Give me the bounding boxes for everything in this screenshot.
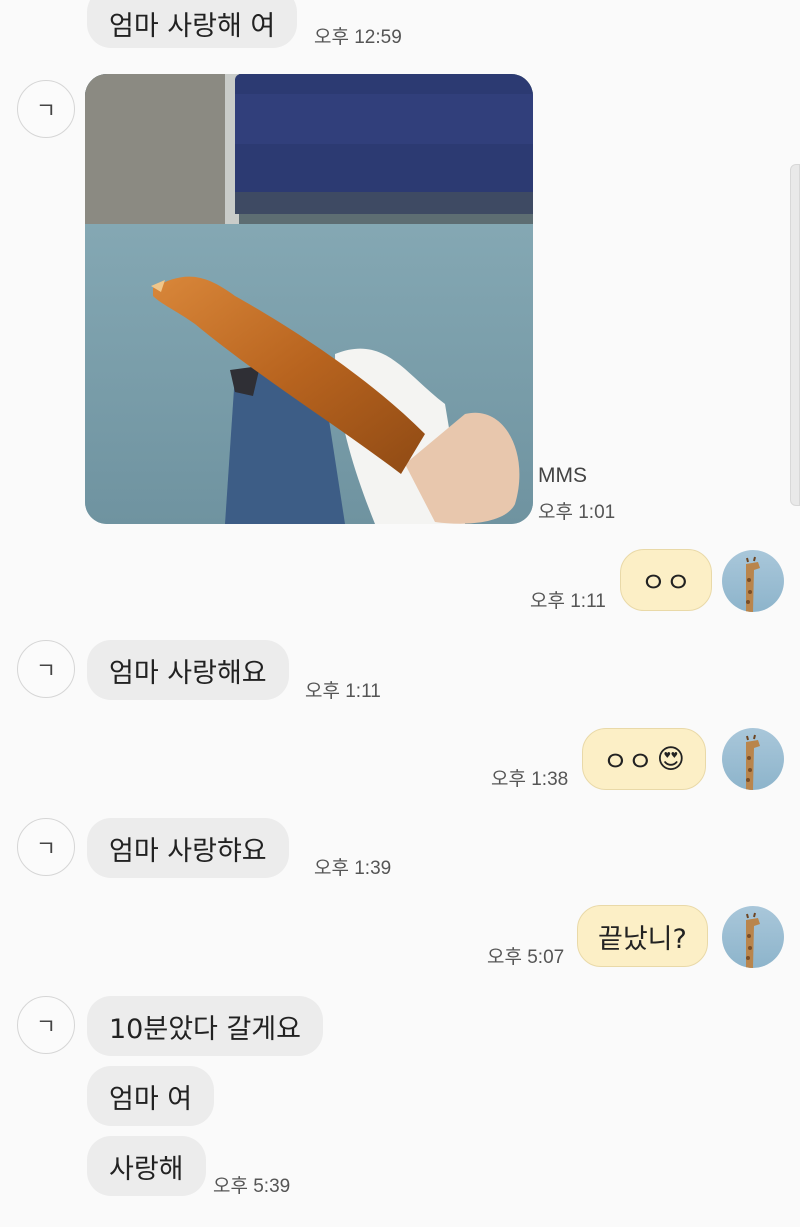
my-avatar[interactable] [722, 728, 784, 790]
outgoing-message-bubble[interactable]: ㅇㅇ 😍 [582, 728, 706, 790]
message-text: 엄마 여 [109, 1083, 193, 1115]
contact-avatar[interactable]: ㄱ [17, 996, 75, 1054]
incoming-message-bubble[interactable]: 사랑해 [87, 1136, 206, 1196]
contact-avatar[interactable]: ㄱ [17, 80, 75, 138]
message-time: 오후 5:07 [487, 947, 565, 968]
incoming-message-bubble[interactable]: 엄마 사랑해요 [87, 640, 289, 700]
contact-initial: ㄱ [35, 1015, 57, 1040]
contact-initial: ㄱ [35, 99, 57, 124]
incoming-message-bubble[interactable]: 엄마 사랑햐요 [87, 818, 289, 878]
my-avatar[interactable] [722, 906, 784, 968]
mms-photo[interactable] [85, 74, 533, 524]
message-text: 사랑해 [109, 1153, 184, 1185]
outgoing-message-bubble[interactable]: ㅇㅇ [620, 549, 712, 611]
giraffe-avatar-icon [746, 556, 760, 612]
mms-label: MMS [538, 464, 587, 487]
message-text: 엄마 사랑햐요 [109, 835, 267, 867]
message-text: 10분았다 갈게요 [109, 1013, 301, 1045]
contact-avatar[interactable]: ㄱ [17, 640, 75, 698]
scrollbar-thumb[interactable] [790, 164, 800, 506]
message-time: 오후 1:38 [491, 769, 569, 790]
churro-photo-image [85, 74, 533, 524]
giraffe-avatar-icon [746, 734, 760, 790]
incoming-message-bubble[interactable]: 엄마 여 [87, 1066, 215, 1126]
incoming-message-bubble[interactable]: 엄마 사랑해 여 [87, 0, 298, 48]
message-time: 오후 1:11 [305, 681, 381, 702]
message-time: 오후 1:11 [530, 591, 606, 612]
message-time: 오후 1:01 [538, 502, 616, 523]
outgoing-message-bubble[interactable]: 끝났니? [577, 905, 708, 967]
contact-initial: ㄱ [35, 837, 57, 862]
incoming-message-bubble[interactable]: 10분았다 갈게요 [87, 996, 323, 1056]
message-time: 오후 1:39 [314, 858, 392, 879]
message-text: ㅇㅇ [603, 746, 653, 778]
message-text: 엄마 사랑해요 [109, 657, 267, 689]
contact-initial: ㄱ [35, 659, 57, 684]
heart-eyes-emoji-icon: 😍 [656, 743, 685, 775]
contact-avatar[interactable]: ㄱ [17, 818, 75, 876]
message-text: 끝났니? [598, 923, 687, 955]
giraffe-avatar-icon [746, 912, 760, 968]
message-time: 오후 5:39 [213, 1176, 291, 1197]
my-avatar[interactable] [722, 550, 784, 612]
message-text: ㅇㅇ [641, 567, 691, 599]
message-text: 엄마 사랑해 여 [109, 10, 276, 42]
message-time: 오후 12:59 [314, 27, 402, 48]
